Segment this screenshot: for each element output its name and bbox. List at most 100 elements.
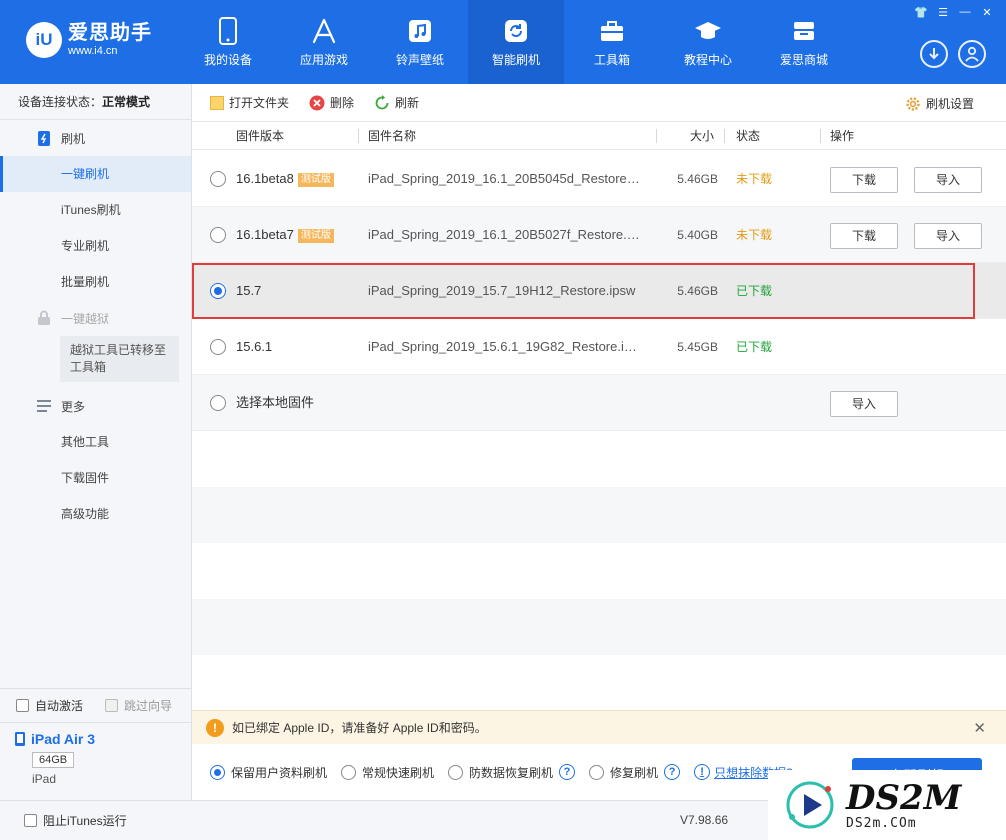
- minimize-icon[interactable]: —: [954, 4, 976, 20]
- import-local-button[interactable]: 导入: [830, 391, 898, 417]
- toolbox-icon: [598, 17, 626, 45]
- radio[interactable]: [341, 764, 357, 780]
- radio-selected[interactable]: [210, 764, 225, 780]
- window-controls: 👕 ☰ — ✕: [910, 4, 998, 20]
- option-repair-flash[interactable]: 修复刷机 ?: [589, 764, 681, 781]
- option-label: 保留用户资料刷机: [231, 765, 328, 780]
- block-itunes-checkbox[interactable]: [24, 814, 37, 827]
- sidebar-item-itunes-flash[interactable]: iTunes刷机: [0, 192, 191, 228]
- nav-label: 应用游戏: [299, 52, 348, 67]
- table-row-selected[interactable]: 15.7 iPad_Spring_2019_15.7_19H12_Restore…: [192, 263, 1006, 319]
- radio[interactable]: [589, 764, 605, 780]
- open-folder-label: 打开文件夹: [229, 96, 290, 110]
- main-nav: 我的设备 应用游戏 铃声壁纸 智能刷机 工具箱 教程中心 爱思商城: [180, 0, 852, 84]
- skip-guide-checkbox: [105, 699, 119, 712]
- lock-icon: [36, 310, 52, 326]
- nav-smart-flash[interactable]: 智能刷机: [468, 0, 564, 84]
- radio[interactable]: [448, 764, 464, 780]
- shop-icon: [790, 17, 818, 45]
- activation-options: 自动激活 跳过向导: [0, 688, 191, 722]
- option-keep-data[interactable]: 保留用户资料刷机: [210, 764, 327, 781]
- nav-toolbox[interactable]: 工具箱: [564, 0, 660, 84]
- nav-ringtones[interactable]: 铃声壁纸: [372, 0, 468, 84]
- delete-button[interactable]: 删除: [309, 94, 354, 111]
- apple-id-notice: ! 如已绑定 Apple ID，请准备好 Apple ID和密码。 ✕: [192, 710, 1006, 744]
- nav-label: 工具箱: [593, 52, 630, 67]
- warning-icon: !: [206, 718, 224, 737]
- local-firmware-row[interactable]: 选择本地固件 导入: [192, 375, 1006, 431]
- device-capacity: 64GB: [32, 752, 75, 768]
- skin-icon[interactable]: 👕: [910, 4, 932, 20]
- sidebar-group-label: 一键越狱: [61, 311, 110, 326]
- firmware-radio-selected[interactable]: [210, 283, 226, 299]
- refresh-button[interactable]: 刷新: [374, 94, 419, 111]
- firmware-name: iPad_Spring_2019_16.1_20B5045d_Restore.i…: [368, 171, 640, 186]
- col-action: 操作: [830, 129, 855, 143]
- auto-activate-checkbox[interactable]: [16, 699, 29, 712]
- local-firmware-radio[interactable]: [210, 395, 226, 411]
- sidebar-group-flash[interactable]: 刷机: [0, 120, 191, 156]
- firmware-status: 未下载: [736, 172, 773, 186]
- auto-activate-label: 自动激活: [35, 699, 84, 713]
- menu-icon[interactable]: ☰: [932, 4, 954, 20]
- firmware-radio[interactable]: [210, 171, 226, 187]
- connection-label: 设备连接状态：: [18, 95, 103, 109]
- sidebar-group-label: 刷机: [61, 131, 86, 146]
- nav-apps-games[interactable]: 应用游戏: [276, 0, 372, 84]
- import-button[interactable]: 导入: [914, 223, 982, 249]
- firmware-size: 5.46GB: [677, 172, 718, 186]
- refresh-icon: [374, 94, 390, 111]
- help-icon[interactable]: ?: [664, 764, 681, 780]
- sidebar-group-jailbreak: 一键越狱: [0, 300, 191, 336]
- delete-icon: [309, 95, 325, 111]
- nav-my-device[interactable]: 我的设备: [180, 0, 276, 84]
- firmware-size: 5.45GB: [677, 340, 718, 354]
- connection-status: 设备连接状态：正常模式: [0, 84, 191, 120]
- app-name: 爱思助手: [68, 22, 152, 44]
- nav-label: 铃声壁纸: [395, 52, 444, 67]
- app-logo: iU 爱思助手 www.i4.cn: [26, 22, 152, 58]
- firmware-status: 已下载: [736, 284, 773, 298]
- tablet-icon: [14, 731, 26, 747]
- nav-shop[interactable]: 爱思商城: [756, 0, 852, 84]
- flash-settings-button[interactable]: 刷机设置: [905, 95, 974, 112]
- sidebar-item-pro-flash[interactable]: 专业刷机: [0, 228, 191, 264]
- download-manager-icon[interactable]: [920, 40, 948, 68]
- download-button[interactable]: 下载: [830, 223, 898, 249]
- notice-text: 如已绑定 Apple ID，请准备好 Apple ID和密码。: [232, 721, 487, 735]
- sidebar-item-batch-flash[interactable]: 批量刷机: [0, 264, 191, 300]
- sidebar-group-more[interactable]: 更多: [0, 388, 191, 424]
- option-label: 常规快速刷机: [362, 765, 435, 780]
- help-icon[interactable]: ?: [559, 764, 576, 780]
- option-quick-flash[interactable]: 常规快速刷机: [341, 764, 434, 781]
- import-button[interactable]: 导入: [914, 167, 982, 193]
- sidebar-item-advanced[interactable]: 高级功能: [0, 496, 191, 532]
- firmware-table: 16.1beta8 测试版 iPad_Spring_2019_16.1_20B50…: [192, 151, 1006, 710]
- firmware-radio[interactable]: [210, 227, 226, 243]
- download-button[interactable]: 下载: [830, 167, 898, 193]
- open-folder-button[interactable]: 打开文件夹: [210, 94, 289, 111]
- sidebar-item-other-tools[interactable]: 其他工具: [0, 424, 191, 460]
- user-account-icon[interactable]: [958, 40, 986, 68]
- sidebar-item-one-click-flash[interactable]: 一键刷机: [0, 156, 191, 192]
- logo-badge: iU: [26, 22, 62, 58]
- close-icon[interactable]: ✕: [973, 719, 986, 737]
- col-name: 固件名称: [368, 129, 417, 143]
- sidebar: 设备连接状态：正常模式 刷机 一键刷机 iTunes刷机 专业刷机 批量刷机 一…: [0, 84, 192, 800]
- option-anti-recovery[interactable]: 防数据恢复刷机 ?: [448, 764, 576, 781]
- app-store-icon: [310, 17, 338, 45]
- list-icon: [36, 398, 52, 414]
- close-icon[interactable]: ✕: [976, 4, 998, 20]
- table-row[interactable]: 15.6.1 iPad_Spring_2019_15.6.1_19G82_Res…: [192, 319, 1006, 375]
- nav-tutorials[interactable]: 教程中心: [660, 0, 756, 84]
- firmware-radio[interactable]: [210, 339, 226, 355]
- beta-tag: 测试版: [297, 172, 334, 187]
- table-row[interactable]: 16.1beta7 测试版 iPad_Spring_2019_16.1_20B50…: [192, 207, 1006, 263]
- table-row[interactable]: 16.1beta8 测试版 iPad_Spring_2019_16.1_20B50…: [192, 151, 1006, 207]
- gear-icon: [905, 96, 921, 112]
- sidebar-item-download-firmware[interactable]: 下载固件: [0, 460, 191, 496]
- toolbar: 打开文件夹 删除 刷新 刷机设置: [192, 84, 1006, 122]
- refresh-label: 刷新: [395, 96, 420, 110]
- col-size: 大小: [690, 129, 715, 143]
- jailbreak-moved-note: 越狱工具已转移至工具箱: [60, 336, 179, 382]
